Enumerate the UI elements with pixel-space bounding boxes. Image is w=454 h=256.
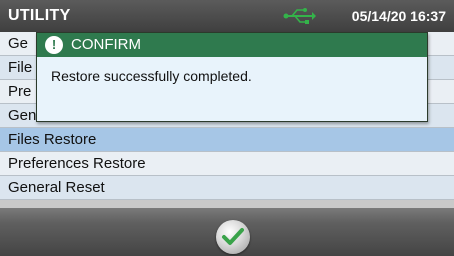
menu-item-files-restore[interactable]: Files Restore xyxy=(0,128,454,152)
menu-item-label: Pre xyxy=(8,83,32,100)
usb-icon xyxy=(283,8,316,24)
menu-item-label: General Reset xyxy=(8,179,105,196)
footer-bar xyxy=(0,208,454,256)
menu-item-label: Preferences Restore xyxy=(8,155,146,172)
menu-item-label: File xyxy=(8,59,33,76)
menu-item-label: Files Restore xyxy=(8,131,97,148)
menu-item-label: Ge xyxy=(8,35,29,52)
exclamation-icon: ! xyxy=(45,36,63,54)
dialog-title: CONFIRM xyxy=(71,36,141,53)
menu-item-general-reset[interactable]: General Reset xyxy=(0,176,454,200)
menu-item-preferences-restore[interactable]: Preferences Restore xyxy=(0,152,454,176)
page-title: UTILITY xyxy=(8,7,71,24)
confirm-dialog: ! CONFIRM Restore successfully completed… xyxy=(36,32,428,122)
datetime: 05/14/20 16:37 xyxy=(351,8,446,24)
dialog-header: ! CONFIRM xyxy=(37,33,427,57)
title-bar: UTILITY 05/14/20 16:37 xyxy=(0,0,454,32)
checkmark-icon xyxy=(222,228,244,245)
ok-button[interactable] xyxy=(216,220,250,254)
dialog-message: Restore successfully completed. xyxy=(51,68,252,84)
